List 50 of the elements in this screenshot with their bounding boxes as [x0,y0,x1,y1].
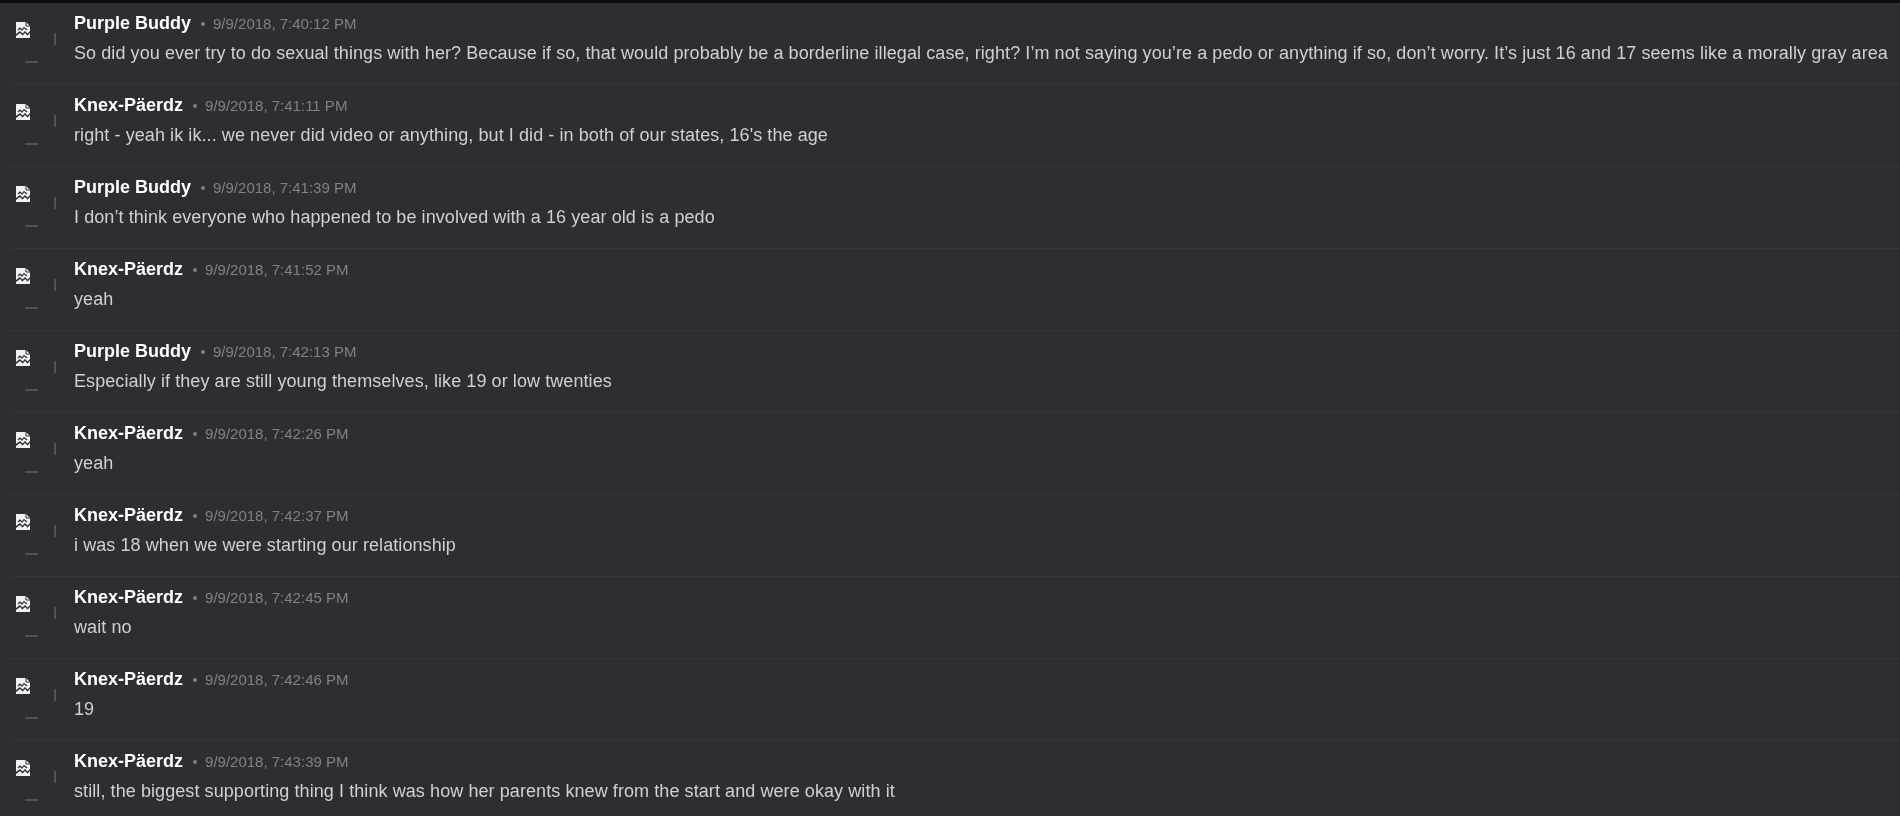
message-text: yeah [74,452,114,474]
author-name: Purple Buddy [74,340,191,362]
broken-image-icon [16,186,56,227]
author-name: Knex-Päerdz [74,668,184,690]
message-text: yeah [74,288,114,310]
message-timestamp: 9/9/2018, 7:41:11 PM [205,97,348,115]
bullet-dot-icon [201,350,205,354]
message-timestamp: 9/9/2018, 7:42:13 PM [213,343,357,361]
author-name: Purple Buddy [74,12,191,34]
message-text: I don’t think everyone who happened to be involved with a 16 year old is a pedo [74,206,715,228]
author-name: Knex-Päerdz [74,504,184,526]
author-name: Knex-Päerdz [74,586,184,608]
author-name: Knex-Päerdz [74,750,184,772]
message-timestamp: 9/9/2018, 7:42:26 PM [205,425,349,443]
message-text: So did you ever try to do sexual things with her? Because if so, that would probably be a borderline illegal case, right? I’m not saying you’re a pedo or anything if so, don’t worry. It’s just 16 and 17 seems like a morally gray area [74,42,1888,64]
broken-image-icon [16,104,56,145]
broken-image-icon [16,22,56,63]
message-text: i was 18 when we were starting our relationship [74,534,456,556]
message-text: still, the biggest supporting thing I think was how her parents knew from the start and were okay with it [74,780,895,802]
message-timestamp: 9/9/2018, 7:41:52 PM [205,261,349,279]
bullet-dot-icon [193,760,198,764]
bullet-dot-icon [201,186,205,190]
bullet-dot-icon [193,514,198,518]
bullet-dot-icon [201,22,205,26]
author-name: Knex-Päerdz [74,422,184,444]
bullet-dot-icon [193,104,198,108]
message-timestamp: 9/9/2018, 7:40:12 PM [213,15,357,33]
message-text: right - yeah ik ik... we never did video or anything, but I did - in both of our states, 16's the age [74,124,828,146]
author-name: Knex-Päerdz [74,258,184,280]
message-timestamp: 9/9/2018, 7:41:39 PM [213,179,357,197]
message-text: 19 [74,698,95,720]
message-timestamp: 9/9/2018, 7:42:45 PM [205,589,349,607]
broken-image-icon [16,268,56,309]
message-timestamp: 9/9/2018, 7:43:39 PM [205,753,349,771]
message-timestamp: 9/9/2018, 7:42:46 PM [205,671,349,689]
broken-image-icon [16,760,56,801]
message-text: Especially if they are still young themselves, like 19 or low twenties [74,370,612,392]
bullet-dot-icon [193,596,198,600]
broken-image-icon [16,678,56,719]
bullet-dot-icon [193,268,198,272]
broken-image-icon [16,432,56,473]
author-name: Purple Buddy [74,176,191,198]
broken-image-icon [16,350,56,391]
bullet-dot-icon [193,432,198,436]
message-timestamp: 9/9/2018, 7:42:37 PM [205,507,349,525]
broken-image-icon [16,596,56,637]
broken-image-icon [16,514,56,555]
bullet-dot-icon [193,678,198,682]
message-text: wait no [74,616,132,638]
author-name: Knex-Päerdz [74,94,184,116]
